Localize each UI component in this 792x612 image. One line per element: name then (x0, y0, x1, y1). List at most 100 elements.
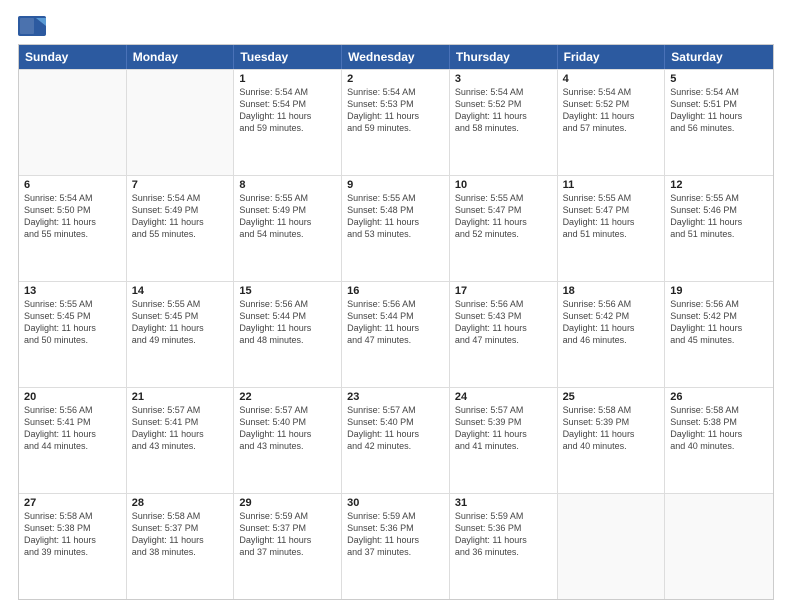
day-number: 5 (670, 73, 768, 85)
cell-line: Daylight: 11 hours (132, 428, 229, 440)
cell-line: and 42 minutes. (347, 440, 444, 452)
calendar-cell: 3Sunrise: 5:54 AMSunset: 5:52 PMDaylight… (450, 70, 558, 175)
calendar-cell: 12Sunrise: 5:55 AMSunset: 5:46 PMDayligh… (665, 176, 773, 281)
day-number: 1 (239, 73, 336, 85)
calendar-cell: 29Sunrise: 5:59 AMSunset: 5:37 PMDayligh… (234, 494, 342, 599)
calendar-cell: 16Sunrise: 5:56 AMSunset: 5:44 PMDayligh… (342, 282, 450, 387)
calendar-cell: 22Sunrise: 5:57 AMSunset: 5:40 PMDayligh… (234, 388, 342, 493)
cell-line: and 59 minutes. (347, 122, 444, 134)
day-number: 17 (455, 285, 552, 297)
day-number: 24 (455, 391, 552, 403)
cell-line: Sunset: 5:50 PM (24, 204, 121, 216)
weekday-header: Wednesday (342, 45, 450, 69)
calendar-cell (558, 494, 666, 599)
cell-line: Daylight: 11 hours (347, 534, 444, 546)
cell-line: Sunrise: 5:57 AM (132, 404, 229, 416)
day-number: 10 (455, 179, 552, 191)
cell-line: and 43 minutes. (132, 440, 229, 452)
cell-line: Sunset: 5:46 PM (670, 204, 768, 216)
header (18, 16, 774, 36)
day-number: 21 (132, 391, 229, 403)
calendar-cell: 14Sunrise: 5:55 AMSunset: 5:45 PMDayligh… (127, 282, 235, 387)
cell-line: Sunrise: 5:57 AM (239, 404, 336, 416)
cell-line: Sunrise: 5:54 AM (132, 192, 229, 204)
weekday-header: Saturday (665, 45, 773, 69)
cell-line: and 37 minutes. (347, 546, 444, 558)
cell-line: Daylight: 11 hours (24, 216, 121, 228)
cell-line: Sunset: 5:49 PM (239, 204, 336, 216)
cell-line: Daylight: 11 hours (455, 534, 552, 546)
calendar-row: 27Sunrise: 5:58 AMSunset: 5:38 PMDayligh… (19, 493, 773, 599)
cell-line: and 36 minutes. (455, 546, 552, 558)
cell-line: and 56 minutes. (670, 122, 768, 134)
cell-line: Daylight: 11 hours (239, 428, 336, 440)
cell-line: Sunset: 5:42 PM (563, 310, 660, 322)
cell-line: and 46 minutes. (563, 334, 660, 346)
day-number: 28 (132, 497, 229, 509)
calendar-row: 20Sunrise: 5:56 AMSunset: 5:41 PMDayligh… (19, 387, 773, 493)
cell-line: Sunrise: 5:54 AM (670, 86, 768, 98)
cell-line: Sunrise: 5:56 AM (670, 298, 768, 310)
cell-line: and 39 minutes. (24, 546, 121, 558)
cell-line: and 51 minutes. (563, 228, 660, 240)
cell-line: Sunset: 5:52 PM (563, 98, 660, 110)
cell-line: Sunset: 5:45 PM (24, 310, 121, 322)
calendar-container: SundayMondayTuesdayWednesdayThursdayFrid… (0, 0, 792, 612)
cell-line: Daylight: 11 hours (239, 216, 336, 228)
day-number: 7 (132, 179, 229, 191)
cell-line: Sunset: 5:42 PM (670, 310, 768, 322)
calendar-cell: 4Sunrise: 5:54 AMSunset: 5:52 PMDaylight… (558, 70, 666, 175)
cell-line: Sunrise: 5:54 AM (455, 86, 552, 98)
weekday-header: Friday (558, 45, 666, 69)
day-number: 9 (347, 179, 444, 191)
cell-line: Sunrise: 5:59 AM (347, 510, 444, 522)
cell-line: Sunrise: 5:56 AM (563, 298, 660, 310)
cell-line: Sunrise: 5:56 AM (239, 298, 336, 310)
day-number: 20 (24, 391, 121, 403)
cell-line: and 51 minutes. (670, 228, 768, 240)
cell-line: Daylight: 11 hours (132, 322, 229, 334)
cell-line: and 43 minutes. (239, 440, 336, 452)
cell-line: and 38 minutes. (132, 546, 229, 558)
day-number: 3 (455, 73, 552, 85)
cell-line: Daylight: 11 hours (670, 216, 768, 228)
cell-line: and 37 minutes. (239, 546, 336, 558)
calendar-cell: 20Sunrise: 5:56 AMSunset: 5:41 PMDayligh… (19, 388, 127, 493)
day-number: 29 (239, 497, 336, 509)
day-number: 26 (670, 391, 768, 403)
cell-line: Daylight: 11 hours (239, 322, 336, 334)
calendar-cell: 5Sunrise: 5:54 AMSunset: 5:51 PMDaylight… (665, 70, 773, 175)
calendar-cell: 7Sunrise: 5:54 AMSunset: 5:49 PMDaylight… (127, 176, 235, 281)
cell-line: Daylight: 11 hours (670, 322, 768, 334)
calendar-cell: 17Sunrise: 5:56 AMSunset: 5:43 PMDayligh… (450, 282, 558, 387)
day-number: 31 (455, 497, 552, 509)
calendar-row: 13Sunrise: 5:55 AMSunset: 5:45 PMDayligh… (19, 281, 773, 387)
cell-line: and 44 minutes. (24, 440, 121, 452)
cell-line: Sunrise: 5:56 AM (24, 404, 121, 416)
cell-line: and 53 minutes. (347, 228, 444, 240)
calendar-cell: 10Sunrise: 5:55 AMSunset: 5:47 PMDayligh… (450, 176, 558, 281)
calendar-cell: 23Sunrise: 5:57 AMSunset: 5:40 PMDayligh… (342, 388, 450, 493)
cell-line: Daylight: 11 hours (563, 322, 660, 334)
cell-line: Sunrise: 5:56 AM (455, 298, 552, 310)
cell-line: and 40 minutes. (670, 440, 768, 452)
calendar-cell (127, 70, 235, 175)
weekday-header: Thursday (450, 45, 558, 69)
cell-line: Sunset: 5:43 PM (455, 310, 552, 322)
cell-line: Sunrise: 5:55 AM (670, 192, 768, 204)
calendar-row: 1Sunrise: 5:54 AMSunset: 5:54 PMDaylight… (19, 69, 773, 175)
cell-line: Sunset: 5:36 PM (455, 522, 552, 534)
calendar-cell: 21Sunrise: 5:57 AMSunset: 5:41 PMDayligh… (127, 388, 235, 493)
cell-line: Daylight: 11 hours (132, 534, 229, 546)
cell-line: Sunrise: 5:59 AM (455, 510, 552, 522)
day-number: 6 (24, 179, 121, 191)
calendar-cell: 8Sunrise: 5:55 AMSunset: 5:49 PMDaylight… (234, 176, 342, 281)
cell-line: Daylight: 11 hours (563, 428, 660, 440)
cell-line: Sunrise: 5:56 AM (347, 298, 444, 310)
calendar-cell: 24Sunrise: 5:57 AMSunset: 5:39 PMDayligh… (450, 388, 558, 493)
cell-line: Daylight: 11 hours (347, 216, 444, 228)
calendar-cell: 25Sunrise: 5:58 AMSunset: 5:39 PMDayligh… (558, 388, 666, 493)
cell-line: Daylight: 11 hours (239, 534, 336, 546)
cell-line: Daylight: 11 hours (239, 110, 336, 122)
day-number: 30 (347, 497, 444, 509)
